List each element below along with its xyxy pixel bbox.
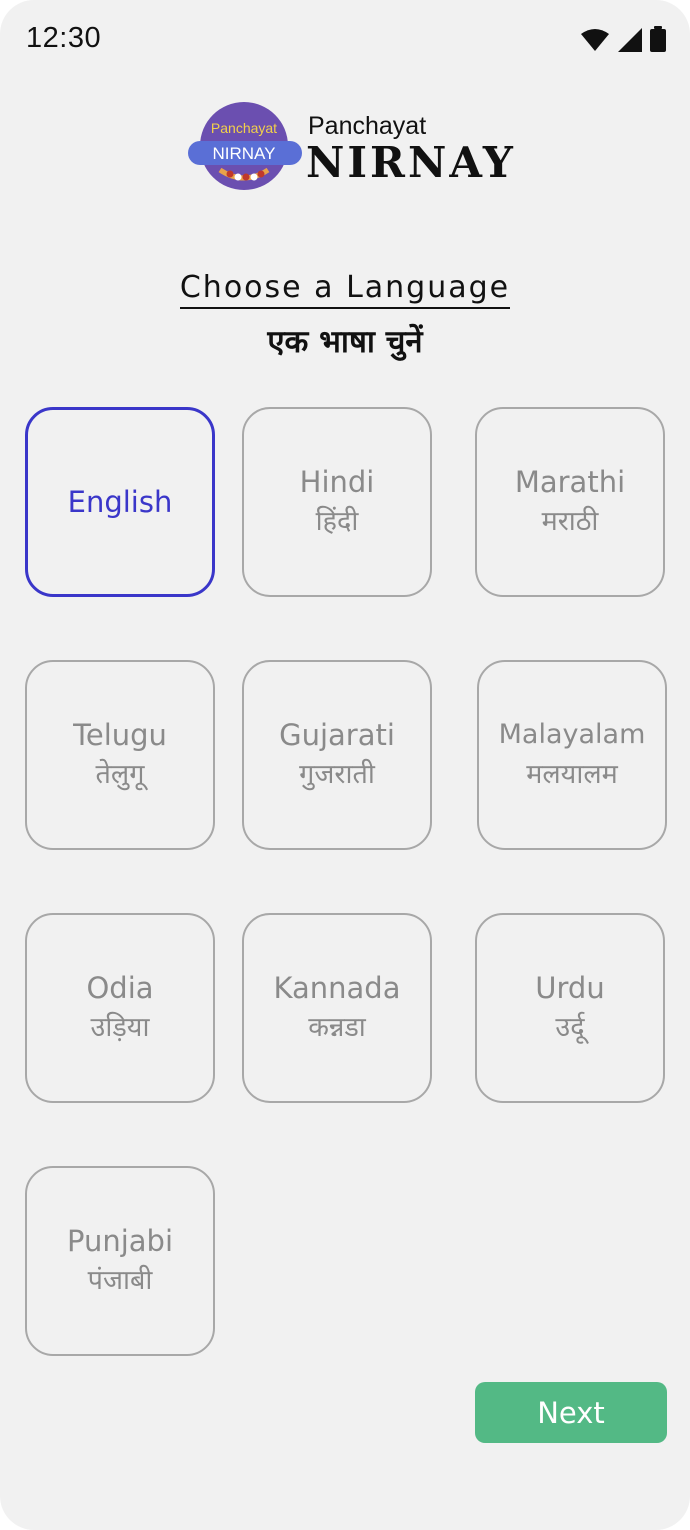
language-name: English <box>67 485 173 519</box>
battery-icon <box>650 26 666 52</box>
language-option-odia[interactable]: Odia उड़िया <box>25 913 215 1103</box>
language-option-gujarati[interactable]: Gujarati गुजराती <box>242 660 432 850</box>
language-option-marathi[interactable]: Marathi मराठी <box>475 407 665 597</box>
app-logo-badge: Panchayat NIRNAY <box>188 102 302 190</box>
next-button[interactable]: Next <box>475 1382 667 1443</box>
language-name: Gujarati <box>279 718 395 752</box>
language-native-name: उड़िया <box>90 1012 150 1043</box>
language-native-name: तेलुगू <box>95 759 145 790</box>
language-name: Telugu <box>73 718 167 752</box>
choose-language-heading-text: Choose a Language <box>179 270 511 309</box>
language-native-name: हिंदी <box>315 506 359 537</box>
logo-title-big: NIRNAY <box>306 138 516 187</box>
status-icons <box>580 26 666 52</box>
app-screen: 12:30 Panchayat NIRNAY Panchayat NIRNAY … <box>0 0 690 1530</box>
logo-title-small: Panchayat <box>308 112 427 140</box>
language-name: Punjabi <box>66 1224 174 1258</box>
language-name: Urdu <box>535 971 605 1005</box>
cellular-signal-icon <box>618 28 642 52</box>
language-native-name: मलयालम <box>526 759 618 790</box>
language-option-urdu[interactable]: Urdu उर्दू <box>475 913 665 1103</box>
language-option-malayalam[interactable]: Malayalam मलयालम <box>477 660 667 850</box>
language-option-punjabi[interactable]: Punjabi पंजाबी <box>25 1166 215 1356</box>
language-name: Odia <box>86 971 154 1005</box>
language-name: Marathi <box>514 465 626 499</box>
language-option-hindi[interactable]: Hindi हिंदी <box>242 407 432 597</box>
language-native-name: कन्नडा <box>308 1012 366 1043</box>
status-time: 12:30 <box>26 22 102 54</box>
logo-badge-line1: Panchayat <box>211 120 277 136</box>
language-name: Malayalam <box>498 719 646 750</box>
wifi-icon <box>581 29 609 51</box>
language-name: Hindi <box>299 465 375 499</box>
language-option-english[interactable]: English <box>25 407 215 597</box>
language-name: Kannada <box>273 971 401 1005</box>
choose-language-heading-hindi: एक भाषा चुनें <box>267 324 423 360</box>
language-native-name: गुजराती <box>299 759 375 790</box>
language-option-kannada[interactable]: Kannada कन्नडा <box>242 913 432 1103</box>
choose-language-heading: Choose a Language <box>0 270 690 309</box>
language-option-telugu[interactable]: Telugu तेलुगू <box>25 660 215 850</box>
language-native-name: उर्दू <box>555 1012 585 1043</box>
logo-badge-line2: NIRNAY <box>213 144 276 163</box>
language-native-name: पंजाबी <box>87 1265 153 1296</box>
language-native-name: मराठी <box>541 506 599 537</box>
